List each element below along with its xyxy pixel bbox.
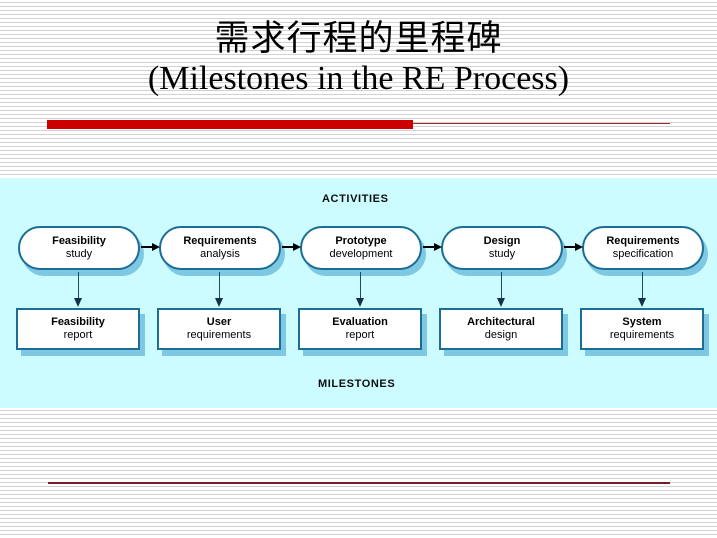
title-underline-rule: [47, 120, 670, 129]
activities-caption: ACTIVITIES: [322, 193, 389, 205]
flow-arrow-right: [564, 243, 583, 252]
milestones-caption: MILESTONES: [318, 378, 396, 390]
activity-node-feasibility-study[interactable]: Feasibility study: [18, 226, 140, 270]
milestone-label-line1: User: [206, 315, 232, 328]
activity-node-requirements-specification[interactable]: Requirements specification: [582, 226, 704, 270]
arrow-head-icon: [434, 243, 442, 251]
flow-arrow-right: [141, 243, 160, 252]
activity-label-line2: study: [65, 248, 93, 260]
arrow-stem: [642, 272, 643, 299]
arrow-head-icon: [638, 298, 646, 307]
milestone-label-line1: Evaluation: [332, 315, 388, 328]
arrow-stem: [501, 272, 502, 299]
title-line-english: (Milestones in the RE Process): [147, 60, 570, 98]
milestone-label-line1: Feasibility: [51, 315, 105, 328]
milestone-label-line1: System: [622, 315, 662, 328]
footer-rule: [48, 482, 670, 484]
slide-canvas: 需求行程的里程碑 (Milestones in the RE Process) …: [0, 0, 717, 538]
arrow-head-icon: [575, 243, 583, 251]
milestone-connector-arrow: [215, 272, 224, 308]
activity-node-design-study[interactable]: Design study: [441, 226, 563, 270]
arrow-head-icon: [497, 298, 505, 307]
milestone-connector-arrow: [74, 272, 83, 308]
milestones-diagram-panel: ACTIVITIES MILESTONES Feasibility study …: [0, 178, 717, 408]
milestone-label-line2: report: [63, 329, 93, 341]
activity-label-line2: development: [329, 248, 393, 260]
milestone-connector-arrow: [497, 272, 506, 308]
activity-node-prototype-development[interactable]: Prototype development: [300, 226, 422, 270]
activity-label-line1: Requirements: [606, 234, 680, 247]
milestone-connector-arrow: [356, 272, 365, 308]
arrow-stem: [219, 272, 220, 299]
page-title: 需求行程的里程碑 (Milestones in the RE Process): [0, 18, 717, 99]
milestones-row: Feasibility report User requirements Eva…: [0, 308, 717, 356]
milestone-label-line2: design: [484, 329, 518, 341]
activity-label-line1: Design: [483, 234, 521, 247]
milestone-label-line2: report: [345, 329, 375, 341]
arrow-head-icon: [356, 298, 364, 307]
activity-label-line2: analysis: [200, 248, 240, 260]
milestone-connector-arrow: [638, 272, 647, 308]
arrow-stem: [360, 272, 361, 299]
milestone-node-user-requirements[interactable]: User requirements: [157, 308, 281, 350]
milestone-label-line1: Architectural: [467, 315, 535, 328]
flow-arrow-right: [282, 243, 301, 252]
activity-node-requirements-analysis[interactable]: Requirements analysis: [159, 226, 281, 270]
arrow-head-icon: [293, 243, 301, 251]
milestone-node-system-requirements[interactable]: System requirements: [580, 308, 704, 350]
flow-arrow-right: [423, 243, 442, 252]
activities-row: Feasibility study Requirements analysis …: [0, 226, 717, 276]
title-line-chinese: 需求行程的里程碑: [214, 19, 503, 58]
activity-label-line1: Requirements: [183, 234, 257, 247]
milestone-node-feasibility-report[interactable]: Feasibility report: [16, 308, 140, 350]
milestone-label-line2: requirements: [609, 329, 675, 341]
milestone-label-line2: requirements: [186, 329, 252, 341]
arrow-head-icon: [74, 298, 82, 307]
activity-label-line1: Feasibility: [52, 234, 106, 247]
milestone-node-architectural-design[interactable]: Architectural design: [439, 308, 563, 350]
activity-label-line2: study: [488, 248, 516, 260]
title-rule-red-bar: [47, 120, 413, 129]
arrow-head-icon: [152, 243, 160, 251]
arrow-head-icon: [215, 298, 223, 307]
arrow-stem: [78, 272, 79, 299]
milestone-node-evaluation-report[interactable]: Evaluation report: [298, 308, 422, 350]
activity-label-line1: Prototype: [335, 234, 387, 247]
activity-label-line2: specification: [612, 248, 674, 260]
